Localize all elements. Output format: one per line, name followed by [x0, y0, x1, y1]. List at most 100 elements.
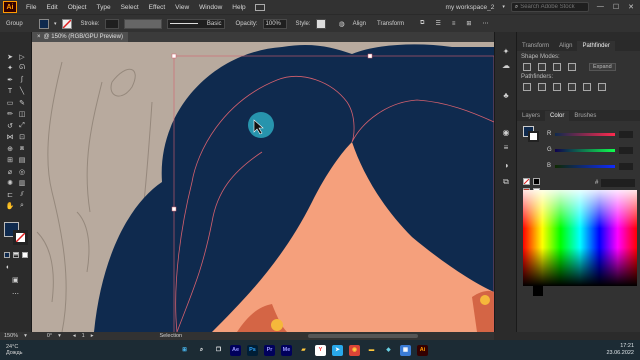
- perspective-icon[interactable]: ⧈: [17, 144, 27, 153]
- rotate-icon[interactable]: ↺: [5, 121, 15, 130]
- clock-date[interactable]: 23.06.2022: [606, 350, 634, 357]
- libraries-icon[interactable]: ☁: [501, 60, 511, 70]
- more-options-icon[interactable]: ⋯: [482, 20, 488, 27]
- rotate-view-angle[interactable]: 0°: [47, 333, 52, 339]
- channel-g-slider[interactable]: [555, 148, 615, 152]
- tab-color[interactable]: Color: [545, 111, 570, 121]
- brush-definition-field[interactable]: Basic: [166, 18, 225, 29]
- search-input[interactable]: [520, 4, 587, 10]
- none-swatch[interactable]: [523, 178, 530, 185]
- scale-icon[interactable]: ⤢: [17, 121, 27, 130]
- merge-button[interactable]: [553, 83, 561, 91]
- lasso-icon[interactable]: ᘏ: [17, 64, 27, 73]
- variable-width-field[interactable]: [123, 18, 162, 29]
- channel-r-field[interactable]: [619, 130, 633, 138]
- curvature-icon[interactable]: ∫: [17, 75, 27, 84]
- weather-widget[interactable]: 24°C Дождь: [6, 344, 66, 356]
- free-transform-icon[interactable]: ⊡: [17, 133, 27, 142]
- minus-front-button[interactable]: [538, 63, 546, 71]
- hand-icon[interactable]: ✋: [5, 202, 15, 211]
- yandex-browser-icon[interactable]: Y: [315, 344, 326, 356]
- file-explorer-icon[interactable]: ▰: [298, 345, 309, 356]
- outline-button[interactable]: [583, 83, 591, 91]
- color-guide-icon[interactable]: ◑: [501, 160, 511, 170]
- channel-b-field[interactable]: [619, 162, 633, 170]
- hex-field[interactable]: [601, 179, 635, 187]
- edit-toolbar-icon[interactable]: ⋯: [12, 290, 19, 298]
- menu-edit[interactable]: Edit: [41, 4, 62, 11]
- blend-icon[interactable]: ◎: [17, 167, 27, 176]
- task-view-icon[interactable]: ❐: [213, 345, 224, 356]
- pen-icon[interactable]: ✒: [5, 75, 15, 84]
- recolor-artwork-icon[interactable]: ◍: [339, 20, 345, 28]
- none-button[interactable]: [22, 252, 28, 258]
- artboard-number[interactable]: 1: [82, 333, 85, 339]
- crop-button[interactable]: [568, 83, 576, 91]
- align-button[interactable]: Align: [350, 21, 369, 27]
- artboard-next-icon[interactable]: ▸: [91, 333, 94, 339]
- maximize-button[interactable]: ☐: [613, 3, 619, 11]
- tab-brushes[interactable]: Brushes: [569, 111, 601, 121]
- chrome-icon[interactable]: ◉: [349, 344, 360, 356]
- width-icon[interactable]: ⋈: [5, 133, 15, 142]
- artboard-prev-icon[interactable]: ◂: [73, 333, 76, 339]
- stroke-box[interactable]: [13, 230, 28, 245]
- unite-button[interactable]: [523, 63, 531, 71]
- options-icon[interactable]: ☰: [435, 20, 440, 27]
- pencil-icon[interactable]: ✏: [5, 110, 15, 119]
- appearance-icon[interactable]: ◉: [501, 127, 511, 137]
- gradient-icon[interactable]: ▤: [17, 156, 27, 165]
- chevron-down-icon[interactable]: ▾: [24, 333, 27, 339]
- divide-button[interactable]: [523, 83, 531, 91]
- type-icon[interactable]: T: [5, 87, 15, 96]
- fill-swatch[interactable]: [39, 18, 49, 29]
- tab-pathfinder[interactable]: Pathfinder: [577, 41, 615, 51]
- expand-button[interactable]: Expand: [589, 63, 616, 71]
- premiere-icon[interactable]: Pr: [264, 344, 275, 356]
- stroke-icon[interactable]: ≡: [501, 142, 511, 152]
- artwork[interactable]: [32, 42, 494, 332]
- graphic-style-swatch[interactable]: [315, 18, 326, 29]
- channel-b-slider[interactable]: [555, 164, 615, 168]
- illustrator-icon[interactable]: Ai: [417, 344, 428, 356]
- adobe-stock-search[interactable]: ⌕: [510, 2, 589, 12]
- properties-icon[interactable]: ✦: [501, 46, 511, 56]
- menu-select[interactable]: Select: [116, 4, 144, 11]
- channel-r-slider[interactable]: [555, 132, 615, 136]
- panel-fill-stroke[interactable]: [523, 126, 539, 142]
- chevron-down-icon[interactable]: ▾: [502, 4, 505, 10]
- stroke-weight-field[interactable]: [104, 18, 119, 29]
- exclude-button[interactable]: [568, 63, 576, 71]
- eraser-icon[interactable]: ◫: [17, 110, 27, 119]
- menu-help[interactable]: Help: [227, 4, 250, 11]
- tab-align[interactable]: Align: [554, 41, 577, 51]
- artboard-icon[interactable]: ⊏: [5, 190, 15, 199]
- black-swatch[interactable]: [533, 178, 540, 185]
- selection-arrow-icon[interactable]: ➤: [5, 52, 15, 61]
- transform-button[interactable]: Transform: [374, 21, 407, 27]
- stroke-swatch[interactable]: [61, 18, 72, 29]
- paintbrush-icon[interactable]: ✎: [17, 98, 27, 107]
- gradient-button[interactable]: [13, 252, 19, 258]
- zoom-icon[interactable]: ⌕: [17, 202, 27, 211]
- chevron-down-icon[interactable]: ▾: [54, 21, 57, 27]
- clock-time[interactable]: 17:21: [606, 343, 634, 350]
- close-button[interactable]: ✕: [628, 3, 634, 11]
- menu-file[interactable]: File: [21, 4, 41, 11]
- color-mode-buttons[interactable]: [4, 252, 28, 258]
- windows-start-icon[interactable]: ⊞: [179, 345, 190, 356]
- intersect-button[interactable]: [553, 63, 561, 71]
- search-icon[interactable]: ⌕: [196, 345, 207, 356]
- close-tab-icon[interactable]: ×: [37, 34, 41, 40]
- minus-back-button[interactable]: [598, 83, 606, 91]
- media-encoder-icon[interactable]: Me: [281, 344, 292, 356]
- symbol-sprayer-icon[interactable]: ✺: [5, 179, 15, 188]
- menu-object[interactable]: Object: [63, 4, 92, 11]
- horizontal-scrollbar[interactable]: [308, 334, 419, 338]
- panel-stroke-swatch[interactable]: [528, 131, 539, 142]
- line-icon[interactable]: ╲: [17, 87, 27, 96]
- mesh-icon[interactable]: ⊞: [5, 156, 15, 165]
- isolate-group-icon[interactable]: ⧉: [420, 20, 424, 27]
- screen-mode-icon[interactable]: ▣: [12, 276, 19, 284]
- photoshop-icon[interactable]: Ps: [247, 344, 258, 356]
